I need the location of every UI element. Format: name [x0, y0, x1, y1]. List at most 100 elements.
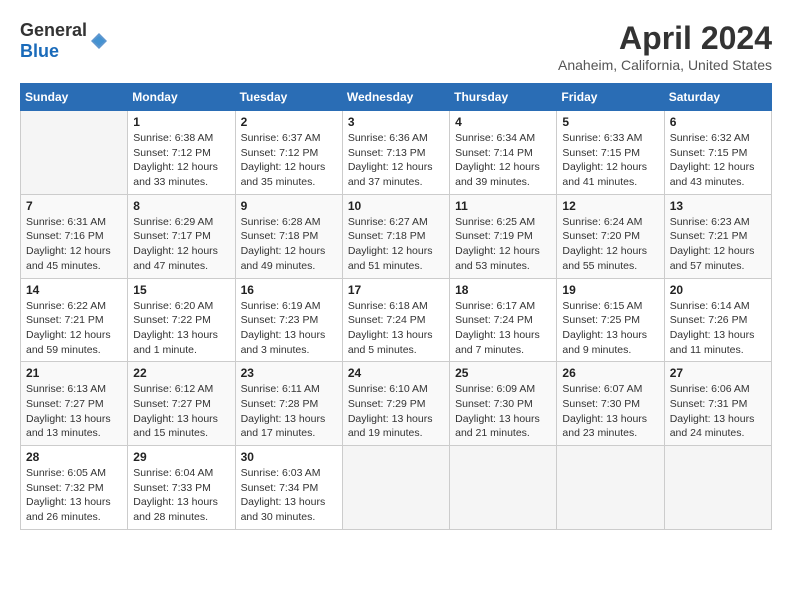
- day-info: Sunrise: 6:05 AMSunset: 7:32 PMDaylight:…: [26, 466, 122, 525]
- calendar-subtitle: Anaheim, California, United States: [558, 57, 772, 73]
- calendar-header-monday: Monday: [128, 84, 235, 111]
- calendar-header-thursday: Thursday: [450, 84, 557, 111]
- calendar-cell: 14 Sunrise: 6:22 AMSunset: 7:21 PMDayligh…: [21, 278, 128, 362]
- day-info: Sunrise: 6:28 AMSunset: 7:18 PMDaylight:…: [241, 215, 337, 274]
- title-area: April 2024 Anaheim, California, United S…: [558, 20, 772, 73]
- day-number: 9: [241, 199, 337, 213]
- day-number: 3: [348, 115, 444, 129]
- calendar-cell: 4 Sunrise: 6:34 AMSunset: 7:14 PMDaylight…: [450, 111, 557, 195]
- day-info: Sunrise: 6:18 AMSunset: 7:24 PMDaylight:…: [348, 299, 444, 358]
- calendar-week-1: 1 Sunrise: 6:38 AMSunset: 7:12 PMDaylight…: [21, 111, 772, 195]
- day-info: Sunrise: 6:24 AMSunset: 7:20 PMDaylight:…: [562, 215, 658, 274]
- day-info: Sunrise: 6:14 AMSunset: 7:26 PMDaylight:…: [670, 299, 766, 358]
- calendar-cell: 17Sunrise: 6:18 AMSunset: 7:24 PMDayligh…: [342, 278, 449, 362]
- calendar-cell: 29 Sunrise: 6:04 AMSunset: 7:33 PMDayligh…: [128, 446, 235, 530]
- day-number: 15: [133, 283, 229, 297]
- day-info: Sunrise: 6:10 AMSunset: 7:29 PMDaylight:…: [348, 382, 444, 441]
- day-info: Sunrise: 6:27 AMSunset: 7:18 PMDaylight:…: [348, 215, 444, 274]
- day-info: Sunrise: 6:17 AMSunset: 7:24 PMDaylight:…: [455, 299, 551, 358]
- logo-icon: [89, 31, 109, 51]
- day-number: 1: [133, 115, 229, 129]
- calendar-cell: 27Sunrise: 6:06 AMSunset: 7:31 PMDayligh…: [664, 362, 771, 446]
- day-number: 21: [26, 366, 122, 380]
- day-info: Sunrise: 6:12 AMSunset: 7:27 PMDaylight:…: [133, 382, 229, 441]
- day-number: 16: [241, 283, 337, 297]
- calendar-cell: 22Sunrise: 6:12 AMSunset: 7:27 PMDayligh…: [128, 362, 235, 446]
- day-info: Sunrise: 6:22 AMSunset: 7:21 PMDaylight:…: [26, 299, 122, 358]
- day-info: Sunrise: 6:34 AMSunset: 7:14 PMDaylight:…: [455, 131, 551, 190]
- day-number: 7: [26, 199, 122, 213]
- calendar-cell: 18 Sunrise: 6:17 AMSunset: 7:24 PMDayligh…: [450, 278, 557, 362]
- calendar-cell: [450, 446, 557, 530]
- day-number: 18: [455, 283, 551, 297]
- calendar-header-tuesday: Tuesday: [235, 84, 342, 111]
- calendar-header-saturday: Saturday: [664, 84, 771, 111]
- logo: General Blue: [20, 20, 109, 62]
- calendar-title: April 2024: [558, 20, 772, 57]
- day-info: Sunrise: 6:32 AMSunset: 7:15 PMDaylight:…: [670, 131, 766, 190]
- calendar-cell: 24 Sunrise: 6:10 AMSunset: 7:29 PMDayligh…: [342, 362, 449, 446]
- calendar-week-3: 14 Sunrise: 6:22 AMSunset: 7:21 PMDayligh…: [21, 278, 772, 362]
- day-number: 5: [562, 115, 658, 129]
- day-info: Sunrise: 6:25 AMSunset: 7:19 PMDaylight:…: [455, 215, 551, 274]
- day-info: Sunrise: 6:07 AMSunset: 7:30 PMDaylight:…: [562, 382, 658, 441]
- calendar-week-2: 7 Sunrise: 6:31 AMSunset: 7:16 PMDaylight…: [21, 194, 772, 278]
- day-info: Sunrise: 6:20 AMSunset: 7:22 PMDaylight:…: [133, 299, 229, 358]
- day-number: 14: [26, 283, 122, 297]
- calendar-cell: 7 Sunrise: 6:31 AMSunset: 7:16 PMDaylight…: [21, 194, 128, 278]
- calendar-week-4: 21Sunrise: 6:13 AMSunset: 7:27 PMDayligh…: [21, 362, 772, 446]
- calendar-week-5: 28 Sunrise: 6:05 AMSunset: 7:32 PMDayligh…: [21, 446, 772, 530]
- day-number: 23: [241, 366, 337, 380]
- day-info: Sunrise: 6:15 AMSunset: 7:25 PMDaylight:…: [562, 299, 658, 358]
- day-number: 24: [348, 366, 444, 380]
- day-info: Sunrise: 6:38 AMSunset: 7:12 PMDaylight:…: [133, 131, 229, 190]
- calendar-cell: 23 Sunrise: 6:11 AMSunset: 7:28 PMDayligh…: [235, 362, 342, 446]
- calendar-cell: 28 Sunrise: 6:05 AMSunset: 7:32 PMDayligh…: [21, 446, 128, 530]
- day-number: 20: [670, 283, 766, 297]
- calendar-cell: 19Sunrise: 6:15 AMSunset: 7:25 PMDayligh…: [557, 278, 664, 362]
- calendar-cell: 30Sunrise: 6:03 AMSunset: 7:34 PMDayligh…: [235, 446, 342, 530]
- calendar-header-row: SundayMondayTuesdayWednesdayThursdayFrid…: [21, 84, 772, 111]
- calendar-cell: 15 Sunrise: 6:20 AMSunset: 7:22 PMDayligh…: [128, 278, 235, 362]
- calendar-cell: 12 Sunrise: 6:24 AMSunset: 7:20 PMDayligh…: [557, 194, 664, 278]
- day-number: 13: [670, 199, 766, 213]
- calendar-header-friday: Friday: [557, 84, 664, 111]
- calendar-cell: 26 Sunrise: 6:07 AMSunset: 7:30 PMDayligh…: [557, 362, 664, 446]
- calendar-cell: 9 Sunrise: 6:28 AMSunset: 7:18 PMDaylight…: [235, 194, 342, 278]
- calendar-cell: 8 Sunrise: 6:29 AMSunset: 7:17 PMDaylight…: [128, 194, 235, 278]
- day-info: Sunrise: 6:23 AMSunset: 7:21 PMDaylight:…: [670, 215, 766, 274]
- day-number: 26: [562, 366, 658, 380]
- day-number: 8: [133, 199, 229, 213]
- day-number: 29: [133, 450, 229, 464]
- day-info: Sunrise: 6:03 AMSunset: 7:34 PMDaylight:…: [241, 466, 337, 525]
- day-number: 11: [455, 199, 551, 213]
- calendar-cell: 10 Sunrise: 6:27 AMSunset: 7:18 PMDayligh…: [342, 194, 449, 278]
- calendar-cell: 20 Sunrise: 6:14 AMSunset: 7:26 PMDayligh…: [664, 278, 771, 362]
- day-info: Sunrise: 6:19 AMSunset: 7:23 PMDaylight:…: [241, 299, 337, 358]
- day-info: Sunrise: 6:29 AMSunset: 7:17 PMDaylight:…: [133, 215, 229, 274]
- day-number: 12: [562, 199, 658, 213]
- calendar-cell: [342, 446, 449, 530]
- calendar-cell: 1 Sunrise: 6:38 AMSunset: 7:12 PMDaylight…: [128, 111, 235, 195]
- day-info: Sunrise: 6:31 AMSunset: 7:16 PMDaylight:…: [26, 215, 122, 274]
- calendar-cell: 25Sunrise: 6:09 AMSunset: 7:30 PMDayligh…: [450, 362, 557, 446]
- day-number: 25: [455, 366, 551, 380]
- page-header: General Blue April 2024 Anaheim, Califor…: [20, 20, 772, 73]
- logo-text: General Blue: [20, 20, 87, 62]
- day-info: Sunrise: 6:37 AMSunset: 7:12 PMDaylight:…: [241, 131, 337, 190]
- day-number: 28: [26, 450, 122, 464]
- calendar-header-sunday: Sunday: [21, 84, 128, 111]
- calendar-cell: 2 Sunrise: 6:37 AMSunset: 7:12 PMDaylight…: [235, 111, 342, 195]
- day-info: Sunrise: 6:04 AMSunset: 7:33 PMDaylight:…: [133, 466, 229, 525]
- day-info: Sunrise: 6:36 AMSunset: 7:13 PMDaylight:…: [348, 131, 444, 190]
- calendar-cell: [557, 446, 664, 530]
- day-info: Sunrise: 6:33 AMSunset: 7:15 PMDaylight:…: [562, 131, 658, 190]
- day-info: Sunrise: 6:11 AMSunset: 7:28 PMDaylight:…: [241, 382, 337, 441]
- day-number: 2: [241, 115, 337, 129]
- calendar-table: SundayMondayTuesdayWednesdayThursdayFrid…: [20, 83, 772, 530]
- day-number: 4: [455, 115, 551, 129]
- calendar-cell: 3 Sunrise: 6:36 AMSunset: 7:13 PMDaylight…: [342, 111, 449, 195]
- day-number: 27: [670, 366, 766, 380]
- day-number: 10: [348, 199, 444, 213]
- calendar-cell: 13 Sunrise: 6:23 AMSunset: 7:21 PMDayligh…: [664, 194, 771, 278]
